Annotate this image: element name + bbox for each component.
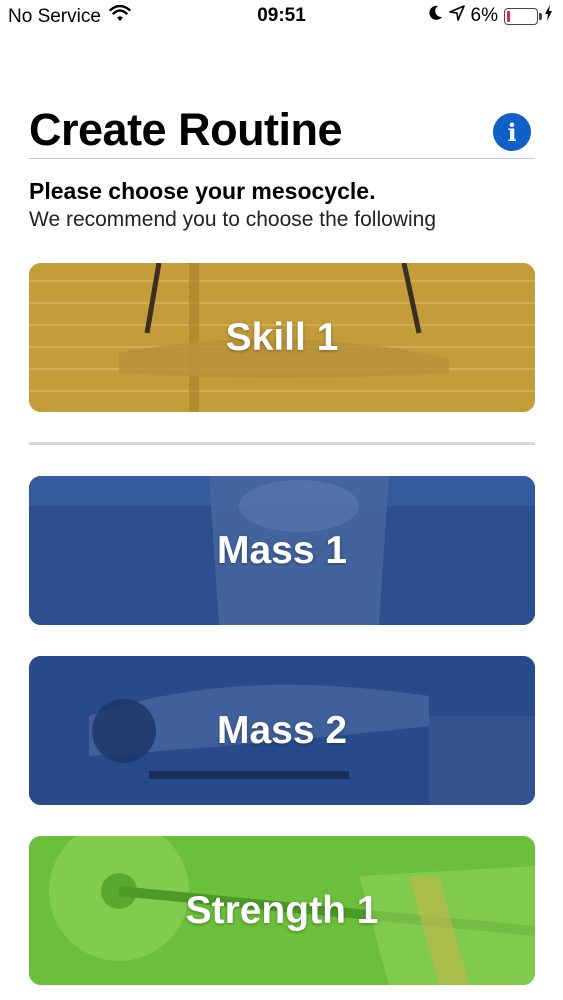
card-label: Mass 1 xyxy=(216,528,348,572)
battery-fill xyxy=(507,10,511,22)
info-icon: i xyxy=(507,117,517,147)
mesocycle-card-mass-2[interactable]: Mass 2 xyxy=(29,656,535,805)
card-label: Strength 1 xyxy=(185,888,379,932)
status-bar: No Service 09:51 6% xyxy=(0,0,563,32)
page-title: Create Routine xyxy=(29,104,343,155)
section-divider xyxy=(29,442,535,445)
battery-percent: 6% xyxy=(470,5,498,26)
charging-bolt-icon xyxy=(544,5,553,27)
status-right: 6% xyxy=(428,5,553,27)
info-button[interactable]: i xyxy=(493,113,531,151)
battery-icon xyxy=(504,7,542,25)
mesocycle-card-strength-1[interactable]: Strength 1 xyxy=(29,836,535,985)
recommendation-text: We recommend you to choose the following xyxy=(29,208,436,231)
mesocycle-card-mass-1[interactable]: Mass 1 xyxy=(29,476,535,625)
mesocycle-heading: Please choose your mesocycle. xyxy=(29,178,376,204)
location-arrow-icon xyxy=(448,5,465,27)
card-label: Skill 1 xyxy=(225,315,339,359)
mesocycle-card-skill-1[interactable]: Skill 1 xyxy=(29,263,535,412)
card-label: Mass 2 xyxy=(216,708,348,752)
moon-icon xyxy=(428,5,443,27)
title-divider xyxy=(29,158,535,159)
